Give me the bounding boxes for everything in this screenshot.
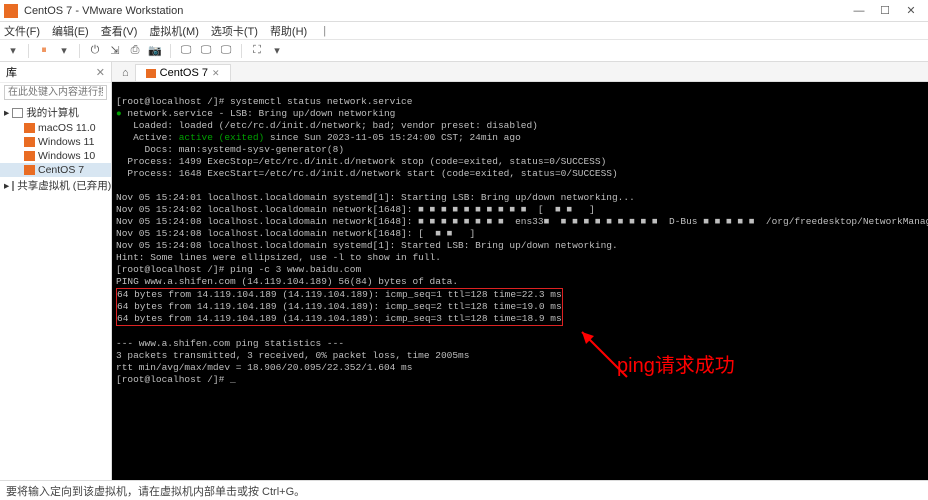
tab-label: CentOS 7: [160, 67, 208, 79]
snapshot-icon[interactable]: ⎙: [126, 42, 144, 60]
highlight-box: 64 bytes from 14.119.104.189 (14.119.104…: [116, 288, 563, 326]
vm-icon: [24, 165, 35, 175]
fullscreen-icon[interactable]: ⛶: [248, 42, 266, 60]
display1-icon[interactable]: 🖵: [177, 42, 195, 60]
menu-view[interactable]: 查看(V): [101, 23, 138, 39]
tree-shared[interactable]: ▸共享虚拟机 (已弃用): [0, 177, 111, 194]
pause-icon[interactable]: ⏸: [35, 42, 53, 60]
more-icon[interactable]: ▾: [268, 42, 286, 60]
host-icon: [12, 181, 14, 191]
library-header: 库: [6, 64, 17, 80]
window-title: CentOS 7 - VMware Workstation: [24, 5, 846, 17]
menu-file[interactable]: 文件(F): [4, 23, 40, 39]
tree-item-selected[interactable]: CentOS 7: [0, 163, 111, 177]
vmware-icon: [4, 4, 18, 18]
annotation-text: ping请求成功: [617, 360, 735, 372]
tree-item[interactable]: Windows 10: [0, 149, 111, 163]
tree-item[interactable]: Windows 11: [0, 135, 111, 149]
library-sidebar: 库 ✕ ▸我的计算机 macOS 11.0 Windows 11 Windows…: [0, 62, 112, 480]
tree-root[interactable]: ▸我的计算机: [0, 104, 111, 121]
close-button[interactable]: ✕: [898, 4, 924, 17]
status-text: 要将输入定向到该虚拟机，请在虚拟机内部单击或按 Ctrl+G。: [6, 483, 305, 499]
dropdown2-icon[interactable]: ▾: [55, 42, 73, 60]
title-bar: CentOS 7 - VMware Workstation — ☐ ✕: [0, 0, 928, 22]
tab-strip: ⌂ CentOS 7 ✕: [112, 62, 928, 82]
toolbar: ▾ ⏸ ▾ ⏻ ⇲ ⎙ 📷 🖵 🖵 🖵 ⛶ ▾: [0, 40, 928, 62]
vm-icon: [24, 137, 35, 147]
home-tab[interactable]: ⌂: [116, 65, 135, 81]
vm-icon: [24, 123, 35, 133]
camera-icon[interactable]: 📷: [146, 42, 164, 60]
menu-vm[interactable]: 虚拟机(M): [149, 23, 199, 39]
vm-tab[interactable]: CentOS 7 ✕: [135, 64, 231, 81]
send-icon[interactable]: ⇲: [106, 42, 124, 60]
vm-icon: [146, 69, 156, 78]
vm-icon: [24, 151, 35, 161]
host-icon: [12, 108, 23, 118]
display3-icon[interactable]: 🖵: [217, 42, 235, 60]
power-icon[interactable]: ⏻: [86, 42, 104, 60]
terminal-output[interactable]: [root@localhost /]# systemctl status net…: [112, 82, 928, 480]
maximize-button[interactable]: ☐: [872, 4, 898, 17]
tree-item[interactable]: macOS 11.0: [0, 121, 111, 135]
collapse-icon[interactable]: ✕: [96, 66, 105, 79]
menu-bar: 文件(F) 编辑(E) 查看(V) 虚拟机(M) 选项卡(T) 帮助(H) |: [0, 22, 928, 40]
menu-help[interactable]: 帮助(H): [270, 23, 307, 39]
display2-icon[interactable]: 🖵: [197, 42, 215, 60]
search-input[interactable]: [4, 85, 107, 100]
dropdown-icon[interactable]: ▾: [4, 42, 22, 60]
minimize-button[interactable]: —: [846, 5, 872, 17]
vm-tree: ▸我的计算机 macOS 11.0 Windows 11 Windows 10 …: [0, 102, 111, 480]
tab-close-icon[interactable]: ✕: [212, 68, 220, 79]
menu-edit[interactable]: 编辑(E): [52, 23, 89, 39]
menu-tabs[interactable]: 选项卡(T): [211, 23, 258, 39]
status-bar: 要将输入定向到该虚拟机，请在虚拟机内部单击或按 Ctrl+G。: [0, 480, 928, 500]
